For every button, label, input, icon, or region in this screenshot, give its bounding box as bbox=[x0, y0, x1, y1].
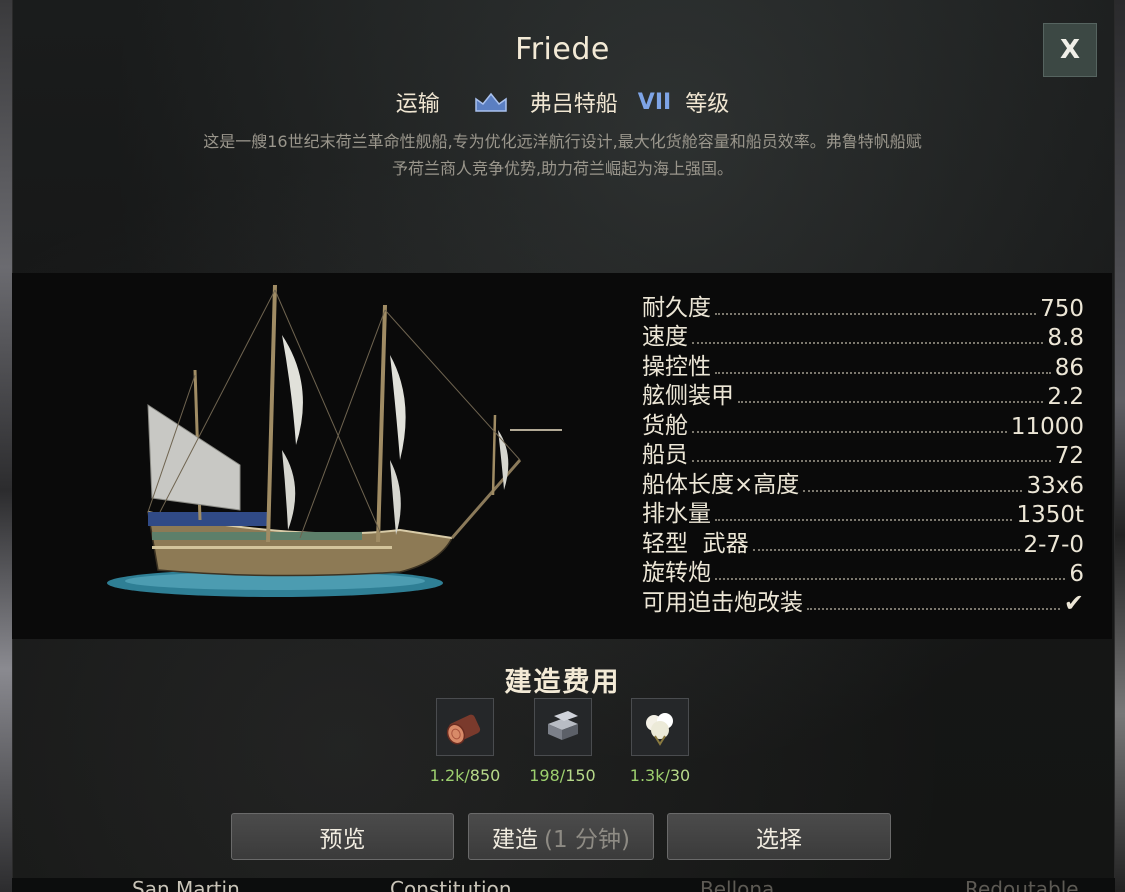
stat-value: 11000 bbox=[1010, 413, 1084, 440]
resource-amount: 1.2k/850 bbox=[429, 766, 501, 785]
build-button-label: 建造 bbox=[492, 826, 539, 853]
ship-model-image bbox=[107, 284, 562, 597]
resource-have: 1.3k bbox=[629, 766, 665, 785]
stat-value: 6 bbox=[1069, 561, 1084, 587]
stat-value: 8.8 bbox=[1047, 325, 1084, 351]
resource-need: 850 bbox=[469, 766, 501, 785]
stat-leader-dots bbox=[807, 607, 1060, 610]
ship-tier: VII bbox=[637, 89, 672, 115]
stat-leader-dots bbox=[738, 401, 1044, 403]
resource-need: 30 bbox=[669, 766, 691, 785]
description-line: 予荷兰商人竞争优势,助力荷兰崛起为海上强国。 bbox=[391, 159, 734, 178]
preview-button[interactable]: 预览 bbox=[231, 813, 454, 860]
ship-tier-suffix: 等级 bbox=[685, 92, 730, 117]
select-button[interactable]: 选择 bbox=[667, 813, 891, 860]
stat-value: 2-7-0 bbox=[1023, 531, 1085, 558]
stat-row-mortar-refit: 可用迫击炮改装 ✔ bbox=[642, 587, 1084, 617]
stat-leader-dots bbox=[715, 371, 1051, 374]
build-cost-title: 建造费用 bbox=[504, 667, 621, 698]
wood-log-icon[interactable] bbox=[436, 698, 494, 756]
stat-leader-dots bbox=[715, 519, 1013, 521]
build-button[interactable]: 建造 (1 分钟) bbox=[468, 813, 654, 860]
ship-type: 运输 bbox=[395, 92, 440, 117]
ship-description: 这是一艘16世纪末荷兰革命性舰船,专为优化远洋航行设计,最大化货舱容量和船员效率… bbox=[100, 128, 1025, 182]
stat-value: 750 bbox=[1040, 295, 1084, 322]
ship-list-item[interactable]: Redoutable bbox=[965, 877, 1079, 892]
stat-row-durability: 耐久度 750 bbox=[642, 292, 1084, 322]
stat-row-broadside-armor: 舷侧装甲 2.2 bbox=[642, 381, 1084, 410]
resource-have: 1.2k bbox=[429, 766, 465, 785]
ship-class-line: 运输 弗吕特船 VII 等级 bbox=[0, 86, 1125, 118]
select-button-label: 选择 bbox=[756, 826, 802, 853]
stat-leader-dots bbox=[715, 578, 1066, 580]
stat-leader-dots bbox=[752, 548, 1020, 551]
background-edge-right bbox=[1115, 0, 1125, 892]
stat-leader-dots bbox=[692, 430, 1007, 433]
cotton-icon[interactable] bbox=[631, 698, 689, 756]
stat-leader-dots bbox=[803, 489, 1023, 492]
crown-class-icon bbox=[475, 92, 507, 112]
description-line: 这是一艘16世纪末荷兰革命性舰船,专为优化远洋航行设计,最大化货舱容量和船员效率… bbox=[203, 132, 922, 151]
ship-list-item[interactable]: Constitution bbox=[390, 877, 512, 892]
ship-list-item[interactable]: San Martin bbox=[132, 877, 240, 892]
resource-stone: 198/150 bbox=[518, 698, 608, 785]
stat-value: 33x6 bbox=[1026, 472, 1084, 499]
stat-value: 1350t bbox=[1016, 502, 1084, 528]
stat-value: 72 bbox=[1054, 443, 1084, 469]
stat-leader-dots bbox=[715, 312, 1037, 315]
stat-value: 2.2 bbox=[1047, 384, 1084, 410]
build-time: (1 分钟) bbox=[544, 826, 630, 853]
stat-label: 可用迫击炮改装 bbox=[642, 589, 803, 616]
ship-class-name: 弗吕特船 bbox=[529, 92, 618, 117]
background-edge-left bbox=[0, 0, 12, 892]
stat-leader-dots bbox=[692, 460, 1051, 462]
resource-amount: 198/150 bbox=[529, 766, 596, 785]
ship-stats-list: 耐久度 750 速度 8.8 操控性 86 舷侧装甲 2.2 货舱 11000 … bbox=[642, 292, 1084, 617]
resource-need: 150 bbox=[565, 766, 596, 785]
resource-wood: 1.2k/850 bbox=[420, 698, 510, 785]
ship-list-peek: San Martin Constitution Bellona Redoutab… bbox=[0, 875, 1125, 892]
build-cost-resources: 1.2k/850 198/150 1.3k/30 bbox=[420, 698, 705, 785]
stat-value: 86 bbox=[1054, 354, 1084, 381]
resource-cotton: 1.3k/30 bbox=[615, 698, 705, 785]
ship-name: Friede bbox=[515, 32, 610, 67]
resource-amount: 1.3k/30 bbox=[629, 766, 691, 785]
preview-button-label: 预览 bbox=[319, 826, 366, 853]
ship-list-item[interactable]: Bellona bbox=[700, 877, 774, 892]
stat-row-cargo: 货舱 11000 bbox=[642, 410, 1084, 440]
resource-have: 198 bbox=[529, 766, 560, 785]
stone-blocks-icon[interactable] bbox=[533, 698, 592, 756]
stat-leader-dots bbox=[692, 342, 1044, 344]
checkmark-icon: ✔ bbox=[1063, 588, 1084, 617]
